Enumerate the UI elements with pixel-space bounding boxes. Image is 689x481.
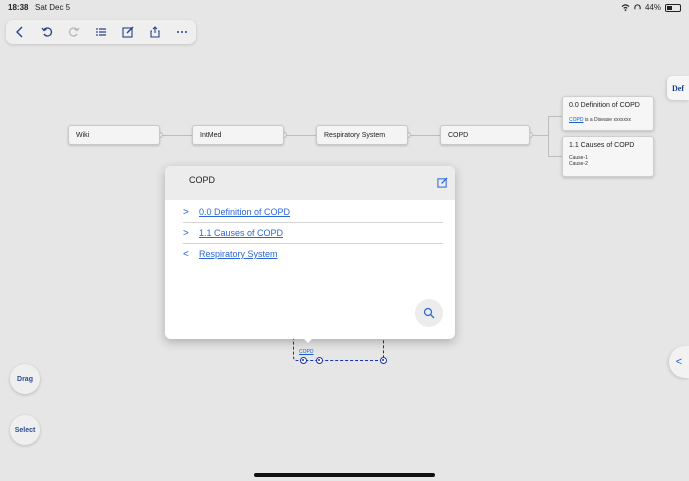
popover-item-label[interactable]: 0.0 Definition of COPD: [199, 207, 290, 217]
chevron-left-icon: <: [675, 356, 683, 368]
share-icon: [150, 26, 160, 38]
toolbar: [6, 20, 196, 44]
undo-icon: [41, 27, 52, 37]
connector-line: [548, 116, 562, 117]
chevron-right-icon: >: [183, 227, 189, 239]
selection-handle[interactable]: [316, 357, 323, 364]
selection-handle[interactable]: [300, 357, 307, 364]
definition-tab[interactable]: Def: [667, 76, 689, 100]
back-button[interactable]: [11, 23, 29, 41]
chevron-left-icon: <: [183, 248, 189, 260]
card-title: 0.0 Definition of COPD: [569, 102, 640, 109]
more-button[interactable]: [173, 23, 191, 41]
connector-line: [284, 135, 316, 136]
list-icon: [96, 28, 106, 36]
headphones-icon: [634, 4, 641, 10]
more-icon: [177, 31, 188, 33]
status-time: 18:38: [8, 3, 29, 12]
popover-item-parent[interactable]: < Respiratory System: [183, 244, 443, 264]
card-definition-copd[interactable]: 0.0 Definition of COPD COPD is a Disease…: [562, 96, 654, 131]
node-intmed[interactable]: IntMed: [192, 125, 284, 145]
drag-button[interactable]: Drag: [10, 364, 40, 394]
home-indicator[interactable]: [254, 473, 435, 477]
edit-icon[interactable]: [437, 177, 448, 188]
search-button[interactable]: [415, 299, 443, 327]
search-icon: [423, 307, 435, 319]
copd-link[interactable]: COPD: [569, 117, 583, 123]
battery-icon: [665, 3, 681, 12]
popover-item-definition[interactable]: > 0.0 Definition of COPD: [183, 202, 443, 223]
card-causes-copd[interactable]: 1.1 Causes of COPD Cause-1 Cause-2: [562, 136, 654, 177]
status-right: 44%: [621, 3, 681, 12]
battery-percent: 44%: [644, 3, 661, 12]
card-line: Cause-2: [569, 161, 588, 167]
share-button[interactable]: [146, 23, 164, 41]
wifi-icon: [621, 4, 630, 11]
connector-line: [548, 156, 562, 157]
chevron-left-icon: [15, 26, 23, 38]
popover-item-label[interactable]: Respiratory System: [199, 249, 278, 259]
connector-line: [160, 135, 192, 136]
redo-button[interactable]: [65, 23, 83, 41]
popover-tail: [302, 337, 314, 343]
card-body: COPD is a Disease xxxxxxx: [569, 117, 647, 123]
popover-title: COPD: [189, 175, 216, 185]
connector-line: [408, 135, 440, 136]
selected-node-label[interactable]: COPD: [299, 349, 313, 355]
popover-item-label[interactable]: 1.1 Causes of COPD: [199, 228, 283, 238]
popover-item-causes[interactable]: > 1.1 Causes of COPD: [183, 223, 443, 244]
node-copd[interactable]: COPD: [440, 125, 530, 145]
redo-icon: [68, 27, 80, 37]
status-bar: 18:38 Sat Dec 5 44%: [0, 0, 689, 14]
status-date: Sat Dec 5: [35, 3, 71, 12]
node-wiki[interactable]: Wiki: [68, 125, 160, 145]
popover-list: > 0.0 Definition of COPD > 1.1 Causes of…: [183, 202, 443, 264]
card-title: 1.1 Causes of COPD: [569, 142, 635, 149]
card-body-text: is a Disease xxxxxxx: [583, 117, 631, 123]
undo-button[interactable]: [38, 23, 56, 41]
node-popover: COPD > 0.0 Definition of COPD > 1.1 Caus…: [165, 166, 455, 339]
chevron-right-icon: >: [183, 206, 189, 218]
popover-header: COPD: [165, 166, 455, 200]
edit-button[interactable]: [119, 23, 137, 41]
sidebar-collapse-button[interactable]: <: [669, 346, 689, 378]
edit-icon: [122, 26, 134, 38]
connector-line: [548, 116, 549, 156]
list-button[interactable]: [92, 23, 110, 41]
select-button[interactable]: Select: [10, 415, 40, 445]
selection-handle[interactable]: [380, 357, 387, 364]
node-respiratory-system[interactable]: Respiratory System: [316, 125, 408, 145]
